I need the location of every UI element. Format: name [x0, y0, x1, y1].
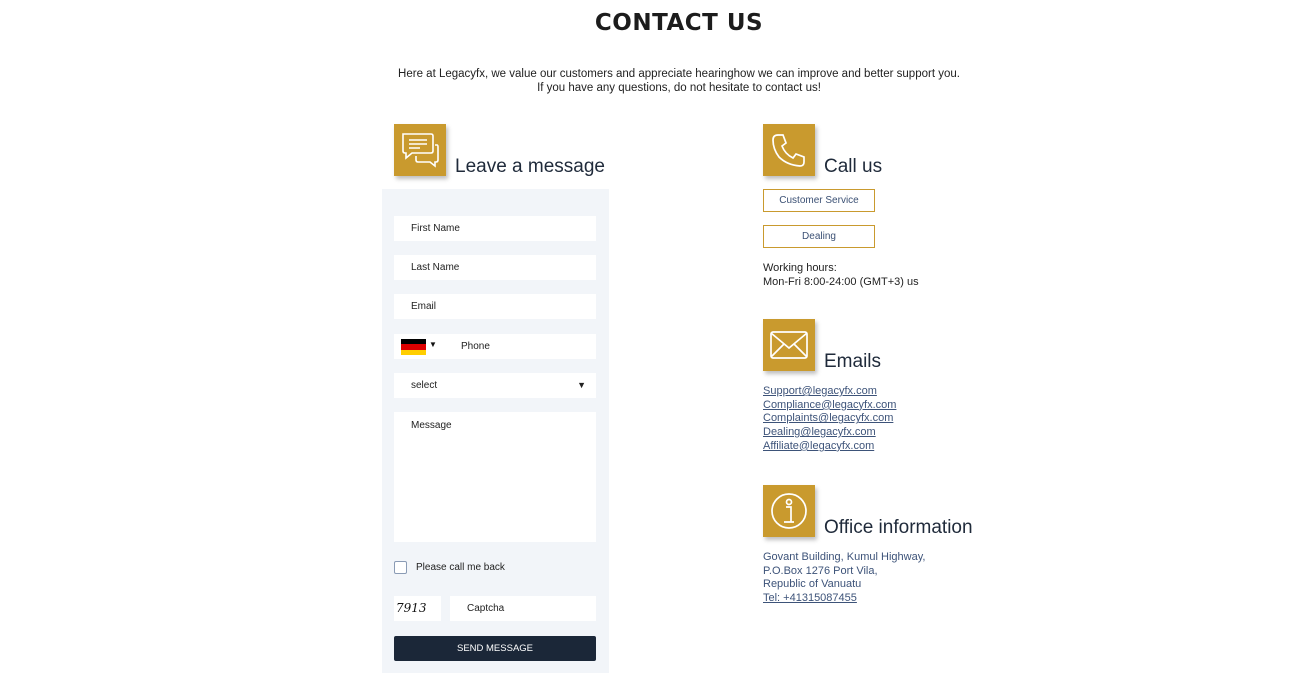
- intro-text: Here at Legacyfx, we value our customers…: [0, 67, 1313, 95]
- intro-line-2: If you have any questions, do not hesita…: [537, 82, 821, 94]
- first-name-input[interactable]: [394, 216, 596, 241]
- working-hours-label: Working hours:: [763, 262, 837, 274]
- dealing-button[interactable]: Dealing: [763, 225, 875, 248]
- callback-label: Please call me back: [416, 562, 505, 573]
- phone-icon: [763, 124, 815, 176]
- dealing-email-link[interactable]: Dealing@legacyfx.com: [763, 426, 896, 440]
- send-message-button[interactable]: SEND MESSAGE: [394, 636, 596, 661]
- phone-field: ▼: [394, 334, 596, 359]
- info-icon: [763, 485, 815, 537]
- message-section-title: Leave a message: [455, 156, 605, 177]
- office-phone-link[interactable]: Tel: +41315087455: [763, 592, 925, 606]
- message-section-header: Leave a message: [394, 124, 605, 177]
- customer-service-button[interactable]: Customer Service: [763, 189, 875, 212]
- message-textarea[interactable]: [394, 412, 596, 542]
- email-input[interactable]: [394, 294, 596, 319]
- email-section-header: Emails: [763, 319, 882, 372]
- office-section-header: Office information: [763, 485, 973, 538]
- chat-bubbles-icon: [394, 124, 446, 176]
- captcha-input[interactable]: [450, 596, 596, 621]
- intro-line-1: Here at Legacyfx, we value our customers…: [398, 68, 960, 80]
- support-email-link[interactable]: Support@legacyfx.com: [763, 385, 896, 399]
- address-line-1: Govant Building, Kumul Highway,: [763, 551, 926, 563]
- email-list: Support@legacyfx.com Compliance@legacyfx…: [763, 385, 896, 454]
- complaints-email-link[interactable]: Complaints@legacyfx.com: [763, 412, 896, 426]
- affiliate-email-link[interactable]: Affiliate@legacyfx.com: [763, 440, 896, 454]
- topic-select-value: select: [411, 380, 438, 391]
- contact-form: ▼ select ▼ Please call me back 7913 SEND…: [382, 189, 609, 673]
- office-section-title: Office information: [824, 517, 973, 538]
- captcha-image: 7913: [394, 596, 441, 621]
- address-line-2: P.O.Box 1276 Port Vila,: [763, 564, 878, 577]
- address-line-3: Republic of Vanuatu: [763, 578, 862, 591]
- email-section-title: Emails: [824, 351, 882, 372]
- callback-checkbox[interactable]: [394, 561, 407, 574]
- callback-option: Please call me back: [394, 561, 505, 574]
- compliance-email-link[interactable]: Compliance@legacyfx.com: [763, 399, 896, 413]
- chevron-down-icon: ▼: [577, 380, 586, 390]
- topic-select[interactable]: select ▼: [394, 373, 596, 398]
- office-address: Govant Building, Kumul Highway, P.O.Box …: [763, 551, 925, 606]
- country-dropdown-caret-icon[interactable]: ▼: [429, 340, 437, 349]
- last-name-input[interactable]: [394, 255, 596, 280]
- call-section-header: Call us: [763, 124, 883, 177]
- page-title: CONTACT US: [594, 10, 764, 36]
- call-section-title: Call us: [824, 156, 883, 177]
- envelope-icon: [763, 319, 815, 371]
- working-hours-value: Mon-Fri 8:00-24:00 (GMT+3) us: [763, 275, 919, 288]
- working-hours: Working hours: Mon-Fri 8:00-24:00 (GMT+3…: [763, 262, 919, 289]
- phone-input[interactable]: [444, 334, 596, 359]
- germany-flag-icon[interactable]: [401, 339, 426, 355]
